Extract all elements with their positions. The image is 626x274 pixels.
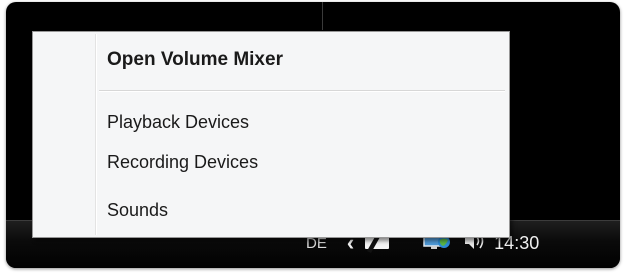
menu-item-label: Sounds	[107, 199, 169, 220]
menu-item-label: Playback Devices	[107, 111, 250, 132]
screenshot-frame: DE ‹ 14:30 Open Volume Mixer Playback De…	[6, 2, 620, 268]
menu-item-label: Open Volume Mixer	[107, 49, 283, 70]
menu-item-sounds[interactable]: Sounds	[35, 192, 507, 228]
menu-item-playback-devices[interactable]: Playback Devices	[35, 104, 507, 140]
volume-context-menu: Open Volume Mixer Playback Devices Recor…	[32, 31, 510, 238]
menu-item-label: Recording Devices	[107, 151, 259, 172]
menu-item-recording-devices[interactable]: Recording Devices	[35, 144, 507, 180]
menu-separator	[99, 90, 505, 92]
menu-item-open-volume-mixer[interactable]: Open Volume Mixer	[35, 42, 507, 78]
desktop-window-edge	[322, 2, 323, 30]
